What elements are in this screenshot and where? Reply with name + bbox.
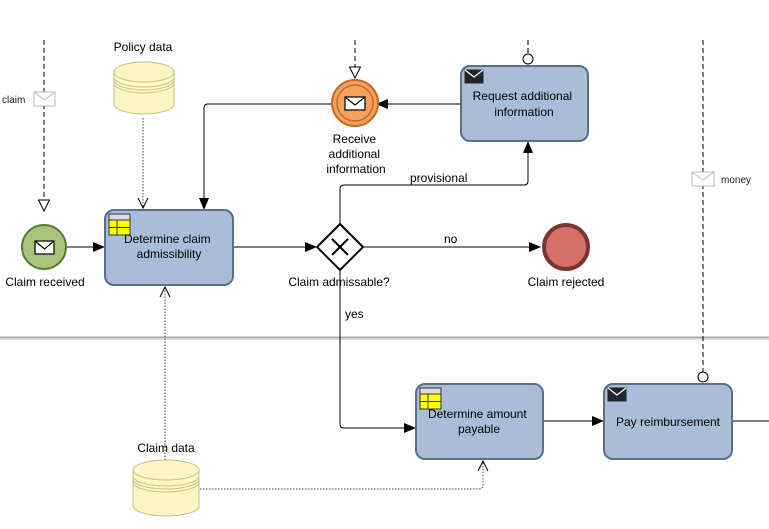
business-rule-table-icon: [419, 387, 442, 410]
task-determine-amount-payable[interactable]: Determine amount payable: [415, 383, 544, 460]
message-envelope-icon: [34, 240, 55, 255]
start-event-label: Claim received: [5, 275, 84, 289]
task-label: Pay reimbursement: [616, 415, 721, 429]
message-flow-money[interactable]: [697, 40, 709, 383]
data-association-claim-to-amount[interactable]: [200, 461, 483, 490]
task-pay-reimbursement[interactable]: Pay reimbursement: [603, 383, 733, 460]
end-event-claim-rejected[interactable]: [542, 223, 590, 271]
sequence-flow-receive-to-admissibility[interactable]: [199, 103, 332, 210]
intermediate-event-label: Receive additional information: [326, 132, 385, 176]
send-envelope-icon: [464, 69, 484, 84]
data-store-policy[interactable]: [113, 61, 175, 115]
data-store-claim[interactable]: [132, 459, 200, 517]
gateway-label: Claim admissable?: [288, 275, 390, 289]
message-envelope-icon: [344, 96, 366, 111]
message-label-claim: claim: [2, 95, 25, 106]
send-envelope-icon: [607, 387, 627, 402]
message-envelope-money-icon: [691, 171, 715, 187]
data-store-policy-label: Policy data: [114, 40, 173, 54]
flow-label-provisional: provisional: [410, 171, 467, 185]
message-label-money: money: [721, 175, 751, 186]
flow-label-yes: yes: [345, 307, 364, 321]
sequence-flow-gateway-yes[interactable]: [339, 271, 416, 433]
message-envelope-claim-icon: [33, 91, 56, 107]
bpmn-canvas: claim money provisional no yes Policy da…: [0, 40, 769, 517]
intermediate-event-receive-info[interactable]: [331, 79, 379, 127]
end-event-label: Claim rejected: [528, 275, 605, 289]
lane-divider: [0, 336, 769, 340]
data-store-claim-label: Claim data: [137, 441, 195, 455]
start-event-claim-received[interactable]: [21, 224, 67, 270]
task-determine-claim-admissibility[interactable]: Determine claim admissibility: [104, 209, 234, 286]
flow-label-no: no: [444, 232, 458, 246]
task-label: Determine claim admissibility: [124, 232, 214, 261]
task-request-additional-information[interactable]: Request additional information: [460, 65, 589, 142]
message-flow-from-request-info[interactable]: [522, 40, 534, 65]
exclusive-gateway[interactable]: [315, 222, 365, 272]
